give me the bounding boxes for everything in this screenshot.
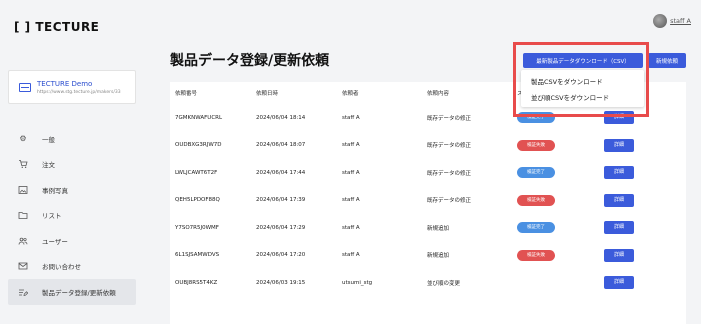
requester: staff A bbox=[342, 252, 360, 259]
header-content: 依頼内容 bbox=[427, 91, 450, 97]
requester: staff A bbox=[342, 169, 360, 176]
user-name-link[interactable]: staff A bbox=[670, 17, 691, 25]
status-badge: 検証完了 bbox=[517, 222, 555, 234]
requester: utsumi_stg bbox=[342, 279, 373, 286]
sidebar-item-users[interactable]: ユーザー bbox=[8, 228, 136, 254]
sidebar-item-label: 一般 bbox=[42, 135, 55, 144]
status-cell: 検証失敗 bbox=[517, 249, 604, 261]
sidebar: [ ] TECTURE TECTURE Demo https://www.stg… bbox=[0, 0, 144, 324]
requester: staff A bbox=[342, 142, 360, 149]
status-cell: 検証完了 bbox=[517, 167, 604, 179]
requester: staff A bbox=[342, 114, 360, 121]
table-body: 7GMKNWAFUCRL 2024/06/04 18:14 staff A 既存データ… bbox=[170, 104, 686, 297]
action-cell: 詳細 bbox=[604, 221, 664, 235]
page-title: 製品データ登録/更新依頼 bbox=[170, 53, 330, 69]
status-badge: 検証失敗 bbox=[517, 249, 555, 261]
table-row: 6L1SJSAMWDVS 2024/06/04 17:20 staff A 新規追加 検… bbox=[170, 242, 686, 270]
action-cell: 詳細 bbox=[604, 276, 664, 290]
edit-list-icon bbox=[18, 287, 28, 297]
status-cell: 検証完了 bbox=[517, 222, 604, 234]
request-date: 2024/06/04 17:39 bbox=[256, 197, 306, 204]
sidebar-item-label: リスト bbox=[42, 212, 62, 221]
request-content: 新規追加 bbox=[427, 253, 450, 260]
request-content: 既存データの修正 bbox=[427, 143, 472, 150]
request-id: Y7SO7R5J0WMF bbox=[175, 224, 219, 231]
table-row: OUDBXG3RJW7D 2024/06/04 18:07 staff A 既存データ… bbox=[170, 132, 686, 160]
action-cell: 詳細 bbox=[604, 138, 664, 152]
request-content: 並び順の変更 bbox=[427, 280, 461, 287]
menu-item-product-csv[interactable]: 製品CSVをダウンロード bbox=[521, 73, 644, 89]
new-request-button[interactable]: 新規依頼 bbox=[648, 53, 686, 68]
sidebar-item-product-data[interactable]: 製品データ登録/更新依頼 bbox=[8, 279, 136, 305]
project-name: TECTURE Demo bbox=[37, 79, 93, 88]
project-url: https://www.stg.tecture.jp/makers/33 bbox=[37, 89, 121, 95]
download-dropdown-menu: 製品CSVをダウンロード 並び順CSVをダウンロード bbox=[521, 70, 644, 107]
request-date: 2024/06/04 17:29 bbox=[256, 224, 306, 231]
requester: staff A bbox=[342, 224, 360, 231]
detail-button[interactable]: 詳細 bbox=[604, 248, 634, 262]
request-date: 2024/06/04 18:07 bbox=[256, 142, 306, 149]
request-id: OUBJ8RS5T4KZ bbox=[175, 279, 218, 286]
gear-icon: ⚙ bbox=[19, 134, 27, 144]
sidebar-item-orders[interactable]: 注文 bbox=[8, 152, 136, 178]
status-badge: 検証失敗 bbox=[517, 194, 555, 206]
table-row: QEH5LPDOF88Q 2024/06/04 17:39 staff A 既存データ… bbox=[170, 187, 686, 215]
action-cell: 詳細 bbox=[604, 248, 664, 262]
user-menu[interactable]: staff A bbox=[653, 14, 691, 28]
request-date: 2024/06/04 17:20 bbox=[256, 252, 306, 259]
requests-table: 依頼番号 依頼日時 依頼者 依頼内容 ス 7GMKNWAFUCRL 2024/06… bbox=[170, 82, 686, 324]
folder-icon bbox=[18, 210, 28, 220]
sidebar-item-label: 事例写真 bbox=[42, 186, 68, 195]
header-requester: 依頼者 bbox=[342, 91, 359, 97]
request-content: 既存データの修正 bbox=[427, 170, 472, 177]
action-cell: 詳細 bbox=[604, 193, 664, 207]
sidebar-nav: ⚙ 一般 注文 事例写真 リスト ユーザー お問い合わせ 製品データ登録/更新依… bbox=[8, 126, 136, 305]
status-badge: 検証完了 bbox=[517, 167, 555, 179]
status-badge: 検証失敗 bbox=[517, 139, 555, 151]
project-icon bbox=[19, 82, 31, 92]
menu-item-order-csv[interactable]: 並び順CSVをダウンロード bbox=[521, 89, 644, 105]
status-cell: 検証失敗 bbox=[517, 194, 604, 206]
header-request-id: 依頼番号 bbox=[175, 91, 198, 97]
users-icon bbox=[18, 236, 28, 246]
sidebar-item-contact[interactable]: お問い合わせ bbox=[8, 254, 136, 280]
sidebar-item-label: 製品データ登録/更新依頼 bbox=[42, 288, 116, 297]
action-cell: 詳細 bbox=[604, 166, 664, 180]
project-card[interactable]: TECTURE Demo https://www.stg.tecture.jp/… bbox=[8, 70, 136, 104]
request-content: 既存データの修正 bbox=[427, 198, 472, 205]
request-date: 2024/06/03 19:15 bbox=[256, 279, 306, 286]
request-content: 新規追加 bbox=[427, 225, 450, 232]
photo-icon bbox=[18, 185, 28, 195]
request-id: OUDBXG3RJW7D bbox=[175, 142, 222, 149]
sidebar-item-list[interactable]: リスト bbox=[8, 203, 136, 229]
status-cell: 検証失敗 bbox=[517, 139, 604, 151]
app-logo[interactable]: [ ] TECTURE bbox=[14, 20, 99, 34]
sidebar-item-photos[interactable]: 事例写真 bbox=[8, 177, 136, 203]
sidebar-item-label: ユーザー bbox=[42, 237, 68, 246]
requester: staff A bbox=[342, 197, 360, 204]
table-row: Y7SO7R5J0WMF 2024/06/04 17:29 staff A 新規追加 検… bbox=[170, 214, 686, 242]
sidebar-item-label: 注文 bbox=[42, 161, 55, 170]
table-row: LWLJCAWT6T2F 2024/06/04 17:44 staff A 既存データ… bbox=[170, 159, 686, 187]
table-row: OUBJ8RS5T4KZ 2024/06/03 19:15 utsumi_stg 並び… bbox=[170, 269, 686, 297]
detail-button[interactable]: 詳細 bbox=[604, 138, 634, 152]
header-request-date: 依頼日時 bbox=[256, 91, 279, 97]
avatar[interactable] bbox=[653, 14, 668, 28]
request-id: LWLJCAWT6T2F bbox=[175, 169, 218, 176]
mail-icon bbox=[18, 261, 28, 271]
request-content: 既存データの修正 bbox=[427, 115, 472, 122]
sidebar-item-general[interactable]: ⚙ 一般 bbox=[8, 126, 136, 152]
request-id: 6L1SJSAMWDVS bbox=[175, 252, 220, 259]
detail-button[interactable]: 詳細 bbox=[604, 221, 634, 235]
cart-icon bbox=[18, 159, 28, 169]
request-date: 2024/06/04 17:44 bbox=[256, 169, 306, 176]
detail-button[interactable]: 詳細 bbox=[604, 276, 634, 290]
request-id: 7GMKNWAFUCRL bbox=[175, 114, 223, 121]
sidebar-item-label: お問い合わせ bbox=[42, 263, 81, 272]
request-date: 2024/06/04 18:14 bbox=[256, 114, 306, 121]
request-id: QEH5LPDOF88Q bbox=[175, 197, 220, 204]
detail-button[interactable]: 詳細 bbox=[604, 166, 634, 180]
detail-button[interactable]: 詳細 bbox=[604, 193, 634, 207]
